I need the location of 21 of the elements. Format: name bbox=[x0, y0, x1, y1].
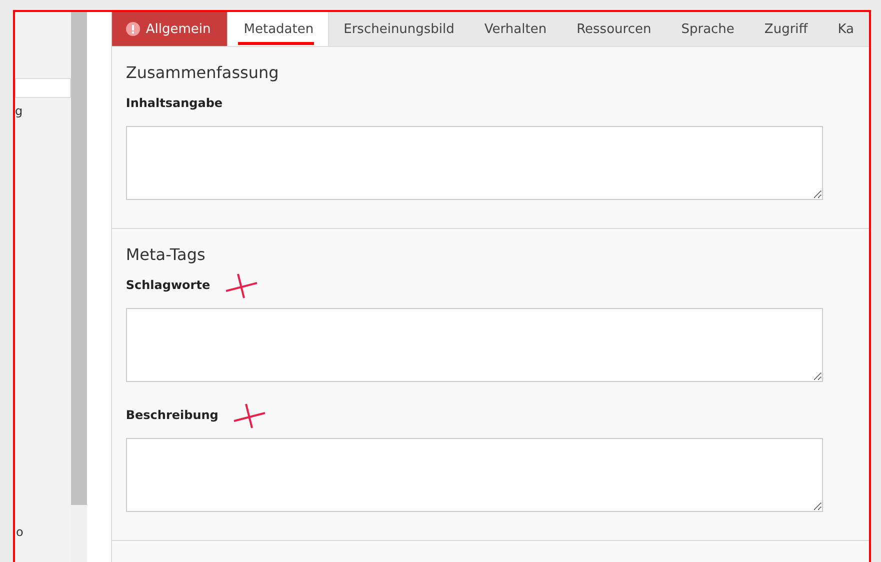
tab[interactable]: Ka bbox=[822, 12, 869, 46]
tab[interactable]: Erscheinungsbild bbox=[328, 12, 470, 46]
tab[interactable]: Verhalten bbox=[469, 12, 562, 46]
warning-icon bbox=[126, 22, 140, 36]
tab[interactable]: Zugriff bbox=[749, 12, 823, 46]
field-label: Inhaltsangabe bbox=[126, 96, 223, 110]
tab[interactable]: Metadaten bbox=[226, 12, 329, 46]
sidebar-item[interactable]: g bbox=[15, 104, 71, 118]
search-field[interactable] bbox=[15, 78, 71, 98]
sidebar-item[interactable]: o bbox=[16, 525, 24, 539]
text-area[interactable] bbox=[126, 438, 823, 512]
section-title: Zusammenfassung bbox=[126, 63, 280, 82]
field-label: Schlagworte bbox=[126, 278, 210, 292]
text-area[interactable] bbox=[126, 126, 823, 200]
field-label: Beschreibung bbox=[126, 408, 218, 422]
scrollbar-thumb[interactable] bbox=[71, 12, 87, 505]
section-title: Meta-Tags bbox=[126, 245, 206, 264]
text-area[interactable] bbox=[126, 308, 823, 382]
tab[interactable]: Ressourcen bbox=[562, 12, 666, 46]
tab[interactable]: Allgemein bbox=[112, 12, 227, 46]
tab[interactable]: Sprache bbox=[666, 12, 750, 46]
